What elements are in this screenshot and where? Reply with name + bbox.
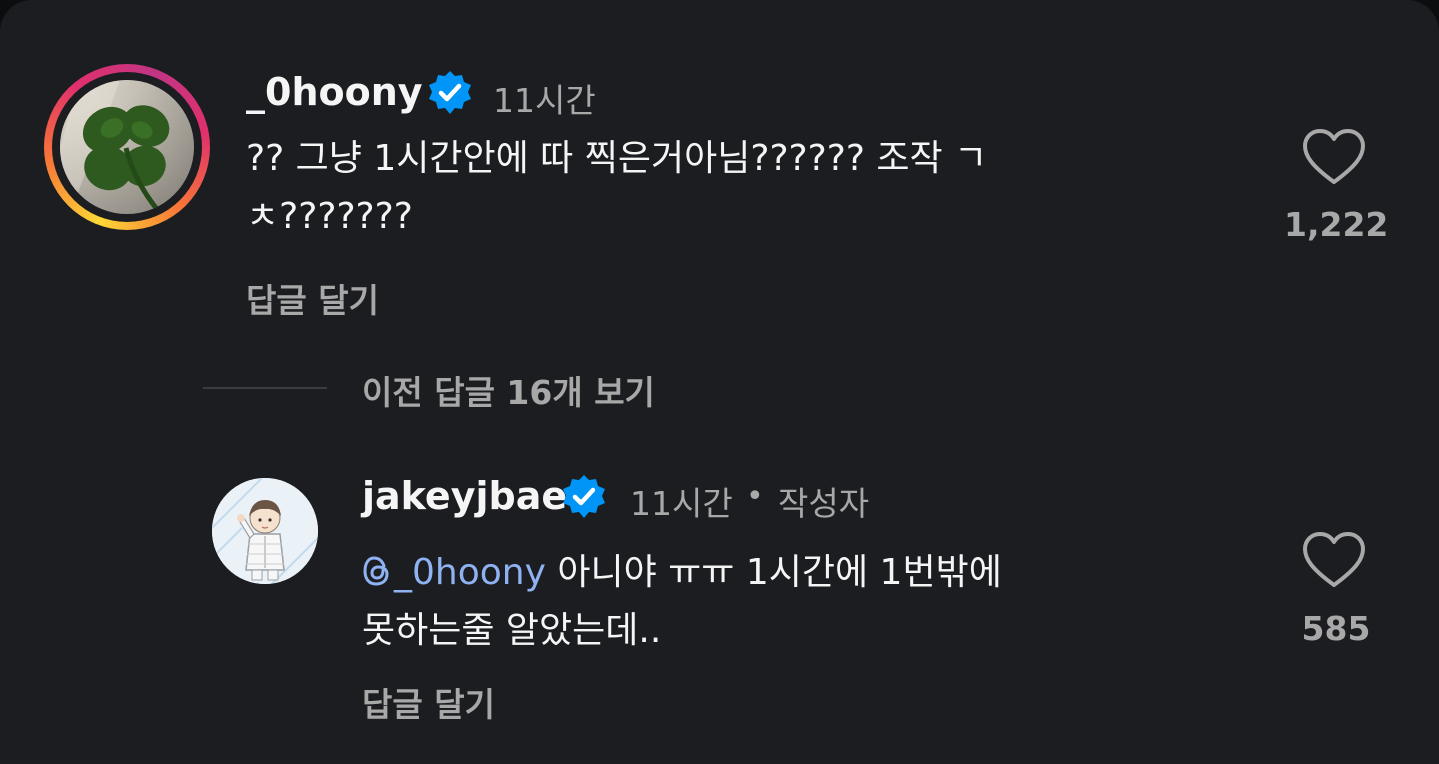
thread-divider [203,387,327,389]
reply-button[interactable]: 답글 달기 [246,274,379,322]
comments-panel: _0hoony 11시간 ?? 그냥 1시간안에 따 찍은거아님?????? 조… [0,0,1439,764]
reply-text-rest: 아니야 ㅠㅠ 1시간에 1번밖에 [545,552,1002,593]
mention-link[interactable]: _0hoony [362,552,546,593]
reply-button[interactable]: 답글 달기 [362,678,495,726]
comment-text-line: ?? 그냥 1시간안에 따 찍은거아님?????? 조작 ㄱ [246,138,988,179]
clover-avatar-image [60,80,194,214]
comment-timestamp: 11시간 [493,81,596,120]
reply-username[interactable]: jakeyjbae [362,474,567,518]
comment-username[interactable]: _0hoony [246,70,423,114]
heart-outline-icon[interactable] [1302,128,1366,186]
reply-text: _0hoony 아니야 ㅠㅠ 1시간에 1번밖에 못하는줄 알았는데.. [362,544,1262,660]
reply-text-line: _0hoony 아니야 ㅠㅠ 1시간에 1번밖에 [362,544,1262,602]
like-count: 585 [1301,609,1371,648]
view-more-replies-button[interactable]: 이전 답글 16개 보기 [362,366,655,414]
heart-outline-icon[interactable] [1302,531,1366,589]
reply-timestamp: 11시간 [630,484,733,523]
author-badge: 작성자 [778,484,870,523]
illustrated-avatar-image [212,478,318,584]
threads-icon [363,556,389,586]
avatar[interactable] [60,80,194,214]
like-count: 1,222 [1284,205,1389,244]
meta-separator: • [746,479,764,514]
reply-text-line: 못하는줄 알았는데.. [362,610,662,651]
avatar[interactable] [212,478,318,584]
mention-username[interactable]: _0hoony [394,552,546,593]
verified-badge-icon [563,475,605,518]
comment-text-line: ㅊ??????? [246,196,413,237]
comment-text: ?? 그냥 1시간안에 따 찍은거아님?????? 조작 ㄱ ㅊ??????? [246,130,1196,246]
verified-badge-icon [429,71,471,114]
